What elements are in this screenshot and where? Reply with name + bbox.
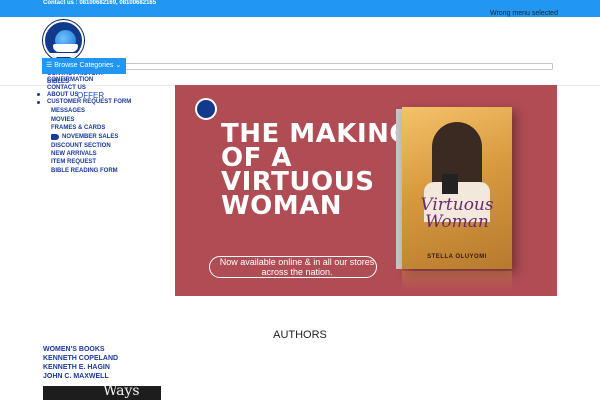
menu-item-confirmation[interactable]: CONFIRMATION [47,77,93,84]
tag-icon [51,134,59,140]
authors-heading: AUTHORS [273,329,327,341]
thumbnail-text: Ways [103,386,140,399]
hero-banner[interactable]: THE MAKING OF A VIRTUOUS WOMAN Now avail… [175,85,557,296]
bullet-icon [37,93,40,96]
menu-item-bible-reading-form[interactable]: BIBLE READING FORM [51,168,118,175]
banner-logo [195,98,217,120]
bullet-icon [37,101,40,104]
author-link-womens-books[interactable]: WOMEN'S BOOKS [43,346,105,353]
book-title: Virtuous Woman [420,195,494,232]
browse-categories-button[interactable]: ☰ Browse Categories ⌄ [42,58,126,74]
menu-item-movies[interactable]: MOVIES [51,117,74,124]
menu-item-frames-cards[interactable]: FRAMES & CARDS [51,125,105,132]
banner-subline: Now available online & in all our stores… [219,257,375,277]
banner-headline: THE MAKING OF A VIRTUOUS WOMAN [221,119,412,221]
menu-icon: ☰ [46,62,53,69]
store-logo[interactable] [43,20,84,61]
author-link-kenneth-hagin[interactable]: KENNETH E. HAGIN [43,364,110,371]
browse-categories-label: Browse Categories [54,62,114,69]
menu-item-messages[interactable]: MESSAGES [51,108,85,115]
chevron-down-icon: ⌄ [115,62,122,69]
logo-ribbon [48,53,82,57]
book-reflection [402,271,512,291]
menu-item-discount-section[interactable]: DISCOUNT SECTION [51,143,111,150]
contact-text: Contact us : 08100682169, 08100682165 [43,0,157,6]
book-author: STELLA OLUYOMI [427,254,487,260]
menu-item-new-arrivals[interactable]: NEW ARRIVALS [51,151,97,158]
book-cover: Virtuous Woman STELLA OLUYOMI [402,107,512,269]
wrong-menu-notice: Wrong menu selected [490,10,558,17]
bible-icon [442,174,458,194]
book-thumbnail[interactable]: Ways [43,386,161,400]
menu-item-customer-request-form[interactable]: CUSTOMER REQUEST FORM [47,99,131,106]
menu-item-november-sales[interactable]: NOVEMBER SALES [62,134,118,141]
author-link-kenneth-copeland[interactable]: KENNETH COPELAND [43,355,118,362]
open-book-icon [53,44,78,52]
menu-item-item-request[interactable]: ITEM REQUEST [51,159,96,166]
author-link-john-maxwell[interactable]: JOHN C. MAXWELL [43,373,109,380]
menu-item-about-us[interactable]: ABOUT US [47,92,78,99]
